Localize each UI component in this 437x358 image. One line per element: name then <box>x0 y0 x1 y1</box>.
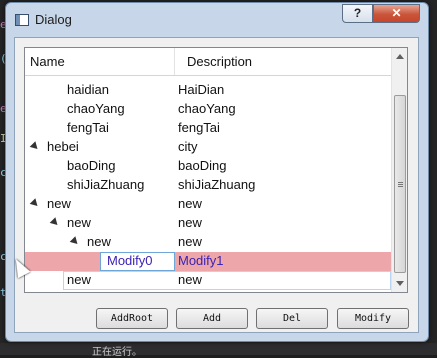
tree-row[interactable]: new new <box>25 233 391 252</box>
scroll-thumb[interactable] <box>394 95 406 273</box>
grip-line <box>398 182 403 183</box>
close-button[interactable]: ✕ <box>373 4 420 23</box>
row-description: new <box>178 215 202 230</box>
title-bar[interactable]: Dialog ? ✕ <box>6 3 428 37</box>
tree-row-selected[interactable]: Modify0 Modify1 <box>25 252 391 271</box>
arrow-down-icon <box>396 281 404 286</box>
row-description: new <box>178 196 202 211</box>
arrow-up-icon <box>396 54 404 59</box>
tree-row[interactable]: new new <box>25 271 391 290</box>
row-name: fengTai <box>67 120 109 135</box>
tree-row[interactable]: fengTai fengTai <box>25 119 391 138</box>
status-text: 正在运行。 <box>92 347 142 358</box>
row-name: hebei <box>47 139 79 154</box>
row-name: new <box>47 196 71 211</box>
row-name: haidian <box>67 82 109 97</box>
vertical-scrollbar[interactable] <box>391 48 407 292</box>
expanded-arrow-icon[interactable] <box>49 217 61 228</box>
dialog-window: Dialog ? ✕ Name Description haidian HaiD… <box>5 2 429 342</box>
row-description: chaoYang <box>178 101 236 116</box>
column-header-name[interactable]: Name <box>30 48 65 75</box>
scroll-up-button[interactable] <box>392 48 407 65</box>
add-root-button[interactable]: AddRoot <box>96 308 168 329</box>
expanded-arrow-icon[interactable] <box>29 198 41 209</box>
focus-outline <box>63 271 391 290</box>
row-name: chaoYang <box>67 101 125 116</box>
row-description: Modify1 <box>178 253 224 268</box>
row-description: new <box>178 272 202 287</box>
window-title: Dialog <box>35 12 72 27</box>
app-window-icon <box>15 14 29 26</box>
row-description: shiJiaZhuang <box>178 177 256 192</box>
row-name: new <box>67 272 91 287</box>
dialog-client-area: Name Description haidian HaiDian chaoYan… <box>14 37 419 333</box>
tree-header: Name Description <box>25 48 391 76</box>
row-description: city <box>178 139 198 154</box>
row-name: shiJiaZhuang <box>67 177 145 192</box>
tree-row[interactable]: new new <box>25 214 391 233</box>
help-button[interactable]: ? <box>342 4 373 23</box>
tree-row[interactable]: new new <box>25 195 391 214</box>
expanded-arrow-icon[interactable] <box>29 141 41 152</box>
row-name: new <box>87 234 111 249</box>
row-description: fengTai <box>178 120 220 135</box>
row-name: new <box>67 215 91 230</box>
row-name: Modify0 <box>107 253 153 268</box>
column-separator[interactable] <box>174 48 175 75</box>
tree-row[interactable]: haidian HaiDian <box>25 81 391 100</box>
row-description: new <box>178 234 202 249</box>
add-button[interactable]: Add <box>176 308 248 329</box>
delete-button[interactable]: Del <box>256 308 328 329</box>
tree-row[interactable]: chaoYang chaoYang <box>25 100 391 119</box>
tree-row[interactable]: hebei city <box>25 138 391 157</box>
expanded-arrow-icon[interactable] <box>69 236 81 247</box>
row-description: baoDing <box>178 158 227 173</box>
tree-row[interactable]: shiJiaZhuang shiJiaZhuang <box>25 176 391 195</box>
status-strip: 正在运行。 <box>0 343 437 358</box>
tree-widget[interactable]: Name Description haidian HaiDian chaoYan… <box>24 47 408 293</box>
row-name: baoDing <box>67 158 116 173</box>
tree-row[interactable]: baoDing baoDing <box>25 157 391 176</box>
row-description: HaiDian <box>178 82 225 97</box>
scroll-down-button[interactable] <box>392 275 407 292</box>
grip-line <box>398 186 403 187</box>
column-header-description[interactable]: Description <box>187 48 252 75</box>
modify-button[interactable]: Modify <box>337 308 409 329</box>
grip-line <box>398 184 403 185</box>
